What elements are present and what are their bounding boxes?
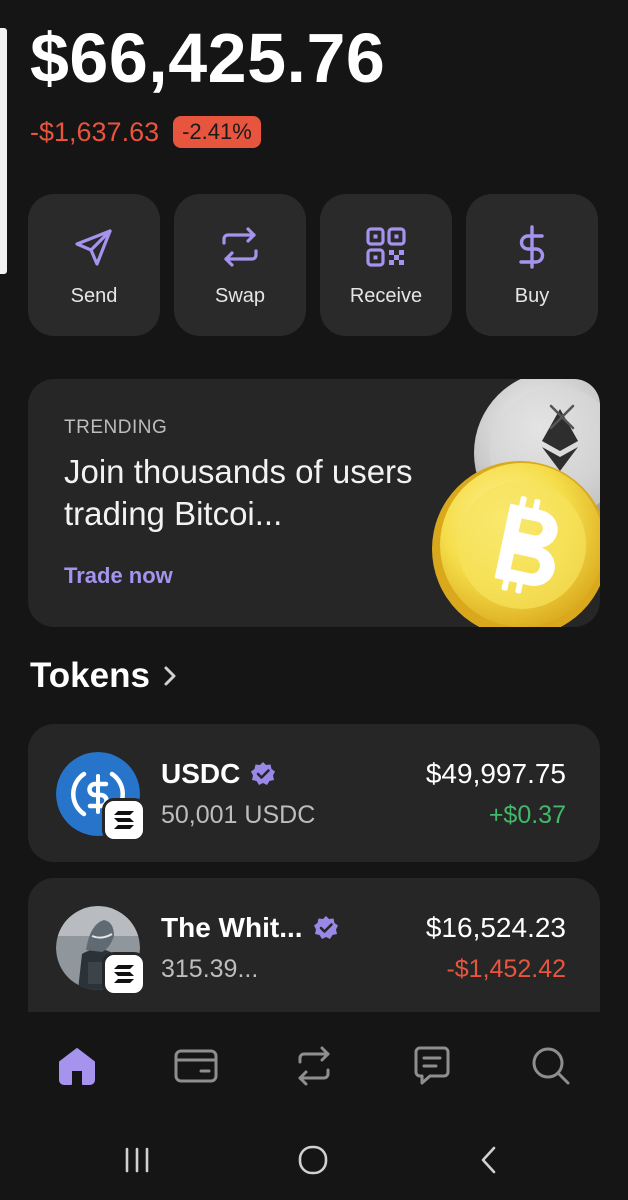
back-system-button[interactable] (464, 1138, 514, 1182)
close-icon[interactable] (544, 399, 580, 435)
send-button[interactable]: Send (28, 194, 160, 336)
send-label: Send (70, 284, 118, 307)
tab-search[interactable] (516, 1031, 586, 1101)
swap-icon (298, 1046, 330, 1086)
buy-button[interactable]: Buy (466, 194, 598, 336)
portfolio-balance: $66,425.76 (30, 19, 386, 97)
solana-chain-badge (102, 798, 146, 842)
token-change: -$1,452.42 (446, 955, 566, 983)
system-navigation-bar (0, 1120, 628, 1200)
bottom-tab-bar (0, 1012, 628, 1120)
trade-now-link[interactable]: Trade now (64, 563, 173, 589)
tokens-section-header[interactable]: Tokens (30, 656, 180, 696)
token-name: USDC (161, 758, 276, 790)
promo-tag: TRENDING (64, 417, 168, 438)
trending-promo-card[interactable]: TRENDING Join thousands of users trading… (28, 379, 600, 627)
tab-swap[interactable] (279, 1031, 349, 1101)
qr-code-icon (366, 226, 406, 267)
dollar-icon (519, 224, 545, 269)
token-value: $49,997.75 (425, 758, 566, 789)
token-row-usdc[interactable]: USDC 50,001 USDC $49,997.75 +$0.37 (28, 724, 600, 862)
chat-icon (414, 1046, 450, 1085)
token-name: The Whit... (161, 912, 339, 944)
back-icon (481, 1146, 496, 1174)
quick-actions: Send Swap Receive Buy (28, 194, 598, 336)
solana-icon (114, 811, 134, 829)
wallet-card-icon (174, 1049, 218, 1083)
chevron-right-icon (164, 666, 176, 686)
token-amount: 50,001 USDC (161, 801, 316, 829)
verified-icon (313, 916, 338, 939)
tab-activity[interactable] (397, 1031, 467, 1101)
swap-icon (222, 226, 258, 267)
promo-text: Join thousands of users trading Bitcoi..… (64, 453, 413, 532)
portfolio-change-amount: -$1,637.63 (30, 116, 160, 147)
token-name-text: USDC (161, 758, 241, 789)
tab-collectibles[interactable] (161, 1031, 231, 1101)
buy-label: Buy (514, 284, 550, 307)
portfolio-change-row: -$1,637.63 -2.41% (30, 116, 261, 148)
search-icon (532, 1047, 570, 1085)
token-change: +$0.37 (488, 801, 566, 829)
bitcoin-coin-icon (432, 461, 600, 627)
solana-chain-badge (102, 952, 146, 996)
verified-icon (251, 762, 276, 785)
home-circle-icon (298, 1145, 328, 1175)
receive-label: Receive (349, 284, 423, 307)
token-value: $16,524.23 (425, 912, 566, 943)
recent-apps-icon (125, 1147, 149, 1173)
home-system-button[interactable] (288, 1138, 338, 1182)
tokens-title: Tokens (30, 656, 150, 695)
receive-button[interactable]: Receive (320, 194, 452, 336)
token-row-the-white[interactable]: The Whit... 315.39... $16,524.23 -$1,452… (28, 878, 600, 1012)
token-name-text: The Whit... (161, 912, 303, 943)
edge-panel-handle[interactable] (0, 28, 7, 274)
solana-icon (114, 965, 134, 983)
home-icon (59, 1048, 96, 1085)
tab-home[interactable] (42, 1031, 112, 1101)
send-icon (75, 228, 112, 266)
recent-apps-button[interactable] (112, 1138, 162, 1182)
token-amount: 315.39... (161, 955, 259, 983)
portfolio-change-badge: -2.41% (173, 116, 261, 148)
swap-button[interactable]: Swap (174, 194, 306, 336)
swap-label: Swap (214, 284, 266, 307)
